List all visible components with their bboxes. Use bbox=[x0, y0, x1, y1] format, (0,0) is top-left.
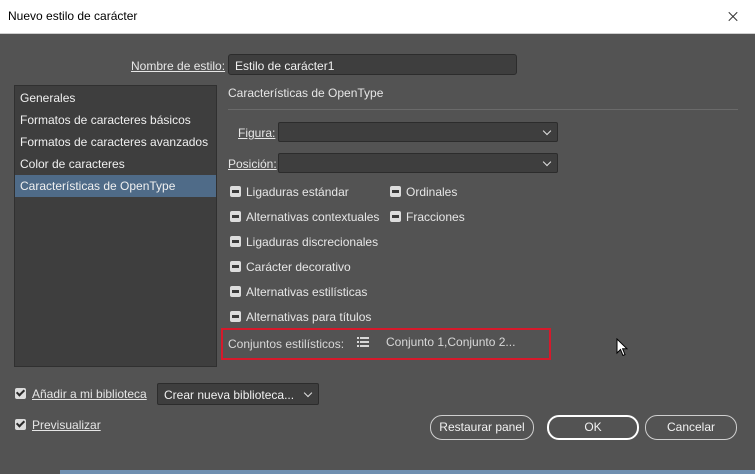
fracciones-checkbox[interactable] bbox=[390, 211, 401, 222]
ligaduras-discrecionales-label: Ligaduras discrecionales bbox=[246, 235, 379, 249]
sidebar-item-basic-formats[interactable]: Formatos de caracteres básicos bbox=[15, 109, 216, 131]
chevron-down-icon bbox=[542, 157, 552, 167]
preview-label-text: Previsualizar bbox=[32, 418, 101, 432]
figura-select[interactable] bbox=[278, 122, 558, 142]
title-bar: Nuevo estilo de carácter bbox=[0, 0, 755, 34]
alternativas-titulos-checkbox[interactable] bbox=[230, 311, 241, 322]
style-name-input[interactable]: Estilo de carácter1 bbox=[228, 54, 517, 75]
caracter-decorativo-checkbox[interactable] bbox=[230, 261, 241, 272]
sidebar-item-char-color[interactable]: Color de caracteres bbox=[15, 153, 216, 175]
mouse-cursor-icon bbox=[616, 338, 628, 357]
add-to-library-checkbox[interactable] bbox=[15, 388, 26, 399]
figura-label-text: Figura: bbox=[238, 126, 276, 140]
ok-button[interactable]: OK bbox=[547, 415, 639, 440]
alternativas-contextuales-label: Alternativas contextuales bbox=[246, 210, 380, 224]
cancel-button[interactable]: Cancelar bbox=[645, 415, 737, 440]
add-to-library-label-text: Añadir a mi biblioteca bbox=[32, 387, 147, 401]
ligaduras-estandar-label: Ligaduras estándar bbox=[246, 185, 349, 199]
figura-label: Figura: bbox=[238, 126, 275, 140]
sidebar-item-advanced-formats[interactable]: Formatos de caracteres avanzados bbox=[15, 131, 216, 153]
ordinales-checkbox[interactable] bbox=[390, 186, 401, 197]
library-select-value: Crear nueva biblioteca... bbox=[164, 388, 295, 402]
sidebar-item-opentype[interactable]: Características de OpenType bbox=[15, 175, 216, 197]
chevron-down-icon bbox=[303, 388, 313, 398]
preview-checkbox[interactable] bbox=[15, 419, 26, 430]
stylistic-sets-value[interactable]: Conjunto 1,Conjunto 2... bbox=[386, 335, 515, 349]
ordinales-label: Ordinales bbox=[406, 185, 458, 199]
ligaduras-estandar-checkbox[interactable] bbox=[230, 186, 241, 197]
list-icon[interactable] bbox=[357, 337, 369, 347]
window-edge bbox=[60, 470, 755, 474]
close-icon[interactable] bbox=[709, 0, 755, 33]
panel-title: Características de OpenType bbox=[228, 86, 384, 100]
style-name-label: Nombre de estilo: bbox=[131, 59, 225, 73]
divider bbox=[228, 109, 738, 110]
stylistic-sets-label: Conjuntos estilísticos: bbox=[228, 337, 345, 351]
chevron-down-icon bbox=[542, 126, 552, 136]
ligaduras-discrecionales-checkbox[interactable] bbox=[230, 236, 241, 247]
sidebar-item-generales[interactable]: Generales bbox=[15, 87, 216, 109]
posicion-label: Posición: bbox=[228, 157, 277, 171]
caracter-decorativo-label: Carácter decorativo bbox=[246, 260, 351, 274]
fracciones-label: Fracciones bbox=[406, 210, 465, 224]
posicion-select[interactable] bbox=[278, 153, 558, 173]
alternativas-estilisticas-checkbox[interactable] bbox=[230, 286, 241, 297]
alternativas-titulos-label: Alternativas para títulos bbox=[246, 310, 372, 324]
add-to-library-label: Añadir a mi biblioteca bbox=[32, 387, 147, 401]
preview-label: Previsualizar bbox=[32, 418, 101, 432]
alternativas-contextuales-checkbox[interactable] bbox=[230, 211, 241, 222]
library-select[interactable]: Crear nueva biblioteca... bbox=[157, 383, 319, 405]
window-title: Nuevo estilo de carácter bbox=[8, 9, 138, 23]
posicion-label-text: Posición: bbox=[228, 157, 277, 171]
alternativas-estilisticas-label: Alternativas estilísticas bbox=[246, 285, 368, 299]
style-name-label-text: Nombre de estilo: bbox=[131, 59, 226, 73]
restore-panel-button[interactable]: Restaurar panel bbox=[430, 415, 534, 440]
category-list: Generales Formatos de caracteres básicos… bbox=[14, 85, 217, 367]
